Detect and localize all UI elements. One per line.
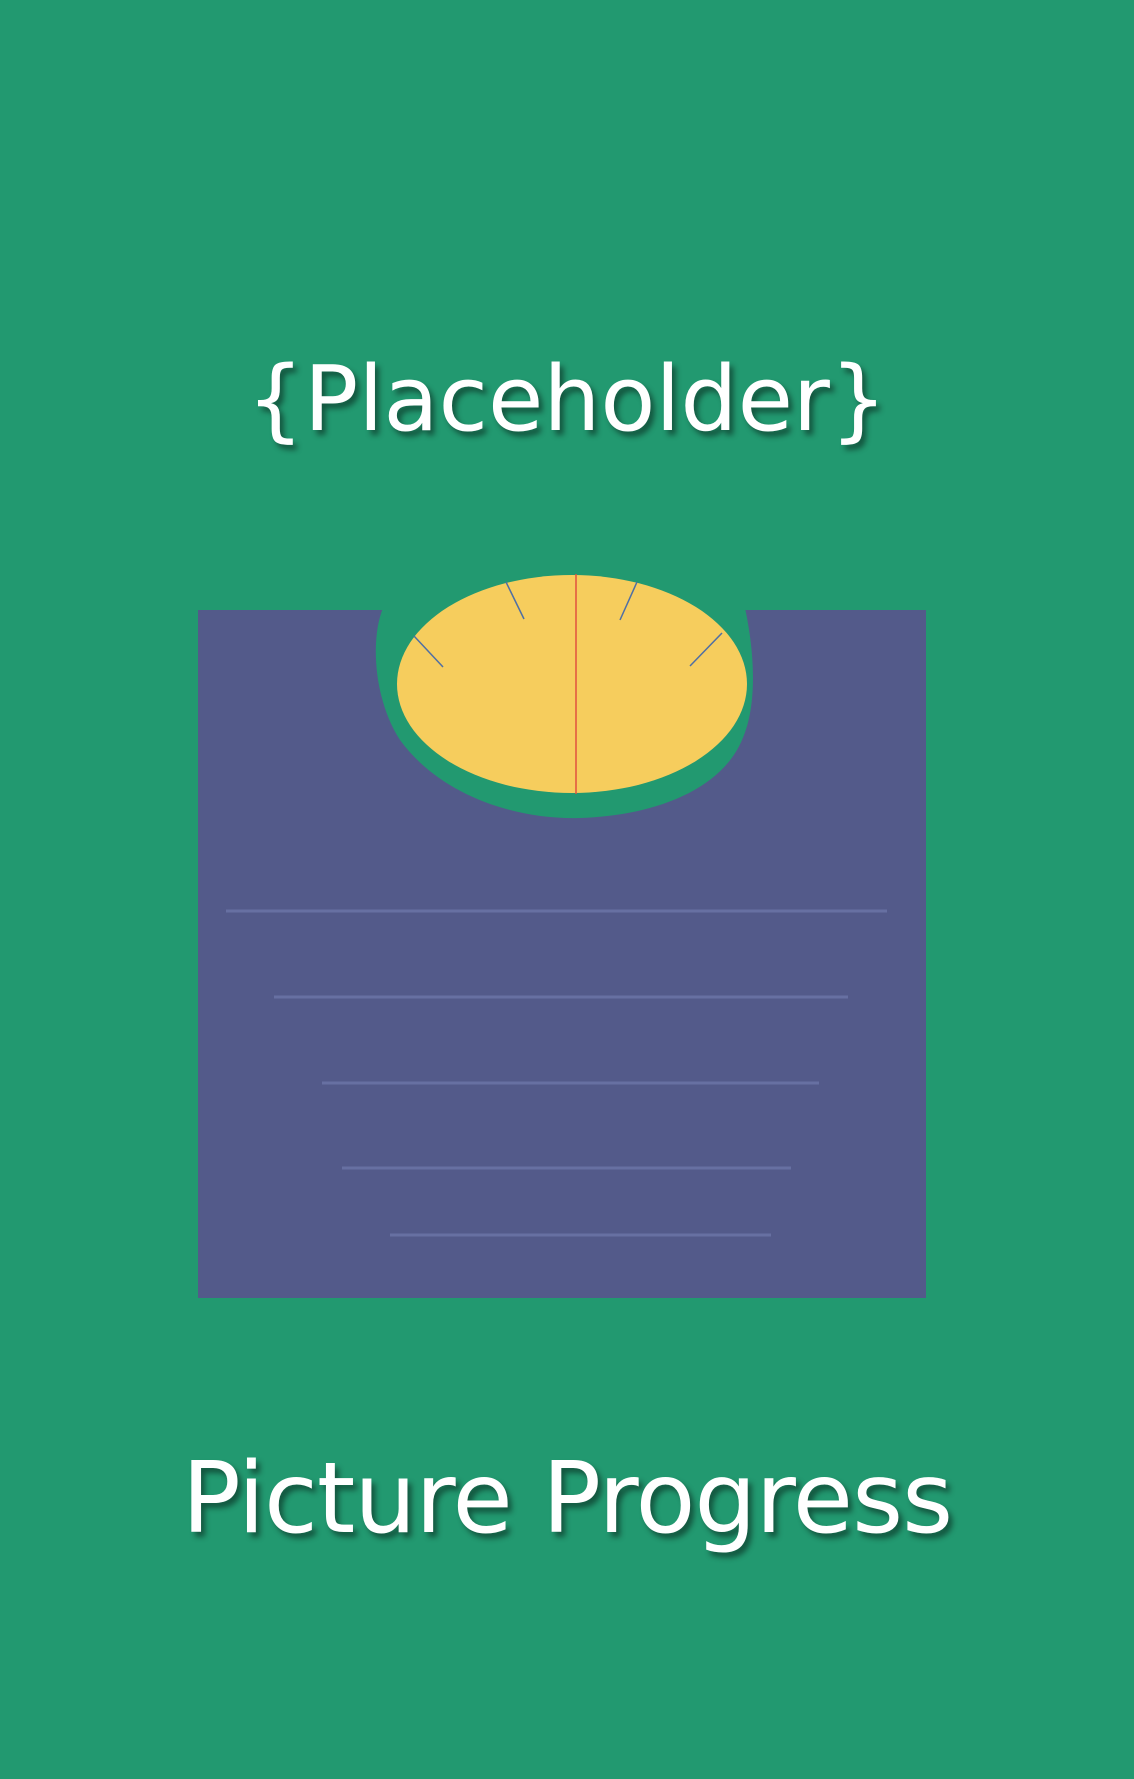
dial-face	[397, 575, 747, 793]
placeholder-text: {Placeholder}	[246, 347, 888, 452]
splash-screen: {Placeholder} Picture Progress	[0, 0, 1134, 1779]
app-title: Picture Progress	[181, 1442, 953, 1556]
